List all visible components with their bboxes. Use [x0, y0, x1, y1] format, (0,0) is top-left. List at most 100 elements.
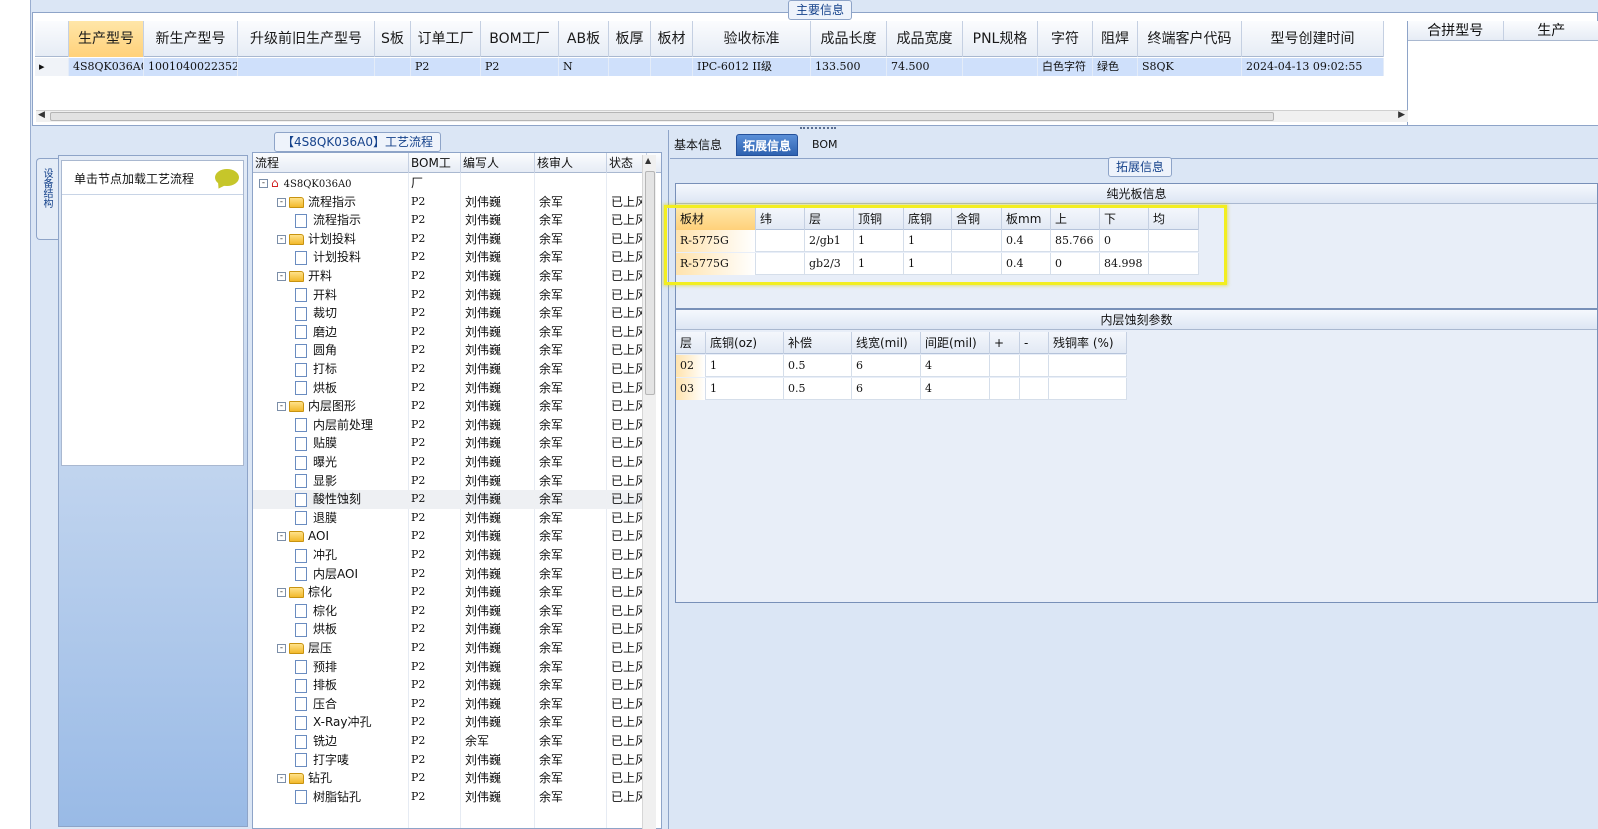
- scrollbar-thumb[interactable]: [50, 112, 1274, 121]
- grid-cell[interactable]: 6: [852, 355, 921, 377]
- tab-extended-info[interactable]: 拓展信息: [736, 134, 799, 156]
- grid-header-cell[interactable]: 线宽(mil): [852, 332, 921, 354]
- main-data-cell[interactable]: 133.500: [811, 58, 887, 76]
- main-header-cell[interactable]: 板厚: [609, 21, 651, 57]
- grid-cell[interactable]: 6: [852, 378, 921, 400]
- grid-header-cell[interactable]: 残铜率 (%): [1049, 332, 1127, 354]
- grid-cell[interactable]: 03: [676, 378, 706, 400]
- scroll-right-icon[interactable]: ▶: [1398, 110, 1405, 120]
- main-data-cell[interactable]: P2: [411, 58, 481, 76]
- main-header-cell[interactable]: 新生产型号: [144, 21, 238, 57]
- main-header-cell[interactable]: 升级前旧生产型号: [238, 21, 375, 57]
- grid-cell[interactable]: [990, 378, 1020, 400]
- tree-node-name[interactable]: 贴膜: [295, 434, 409, 453]
- tree-row[interactable]: 显影 P2 刘伟巍 余军 已上风: [253, 472, 648, 491]
- grid-cell[interactable]: 0.5: [784, 378, 852, 400]
- grid-cell[interactable]: [1049, 355, 1127, 377]
- main-data-cell[interactable]: IPC-6012 II级: [693, 58, 811, 76]
- grid-cell[interactable]: 1: [706, 355, 784, 377]
- tree-row[interactable]: 裁切 P2 刘伟巍 余军 已上风: [253, 304, 648, 323]
- tree-node-name[interactable]: 压合: [295, 695, 409, 714]
- col-bom-factory[interactable]: BOM工厂: [409, 153, 461, 190]
- grid-cell[interactable]: 0.5: [784, 355, 852, 377]
- main-data-cell[interactable]: P2: [481, 58, 559, 76]
- tree-node-name[interactable]: 开料: [295, 286, 409, 305]
- main-header-cell[interactable]: 板材: [651, 21, 693, 57]
- main-header-cell[interactable]: PNL规格: [963, 21, 1038, 57]
- row-selector-icon[interactable]: ▸: [35, 58, 69, 76]
- tree-node-name[interactable]: 磨边: [295, 323, 409, 342]
- tree-node-name[interactable]: 冲孔: [295, 546, 409, 565]
- tree-node-name[interactable]: 铣边: [295, 732, 409, 751]
- main-header-cell[interactable]: 成品宽度: [887, 21, 963, 57]
- col-status[interactable]: 状态: [607, 153, 647, 173]
- expand-icon[interactable]: -: [277, 402, 286, 412]
- tree-row[interactable]: 树脂钻孔 P2 刘伟巍 余军 已上风: [253, 788, 648, 807]
- tree-node-name[interactable]: - 棕化: [277, 583, 409, 602]
- tree-row[interactable]: - 内层图形 P2 刘伟巍 余军 已上风: [253, 397, 648, 416]
- tree-node-name[interactable]: 裁切: [295, 304, 409, 323]
- main-horizontal-scrollbar[interactable]: ◀ ▶: [36, 110, 1408, 122]
- tree-row[interactable]: 磨边 P2 刘伟巍 余军 已上风: [253, 323, 648, 342]
- tree-row[interactable]: 曝光 P2 刘伟巍 余军 已上风: [253, 453, 648, 472]
- tree-row[interactable]: - 层压 P2 刘伟巍 余军 已上风: [253, 639, 648, 658]
- tree-node-name[interactable]: - 层压: [277, 639, 409, 658]
- tree-row[interactable]: - 开料 P2 刘伟巍 余军 已上风: [253, 267, 648, 286]
- scroll-up-icon[interactable]: ▲: [645, 156, 651, 165]
- main-header-cell[interactable]: AB板: [559, 21, 609, 57]
- main-header-cell[interactable]: 阻焊: [1093, 21, 1138, 57]
- main-header-cell[interactable]: 生产型号: [69, 21, 144, 57]
- tree-row[interactable]: 开料 P2 刘伟巍 余军 已上风: [253, 286, 648, 305]
- grid-cell[interactable]: 4: [921, 378, 990, 400]
- grid-row[interactable]: 03 1 0.5 6 4: [676, 378, 1127, 400]
- grid-header-cell[interactable]: 补偿: [784, 332, 852, 354]
- tree-node-name[interactable]: 计划投料: [295, 248, 409, 267]
- tree-node-name[interactable]: X-Ray冲孔: [295, 713, 409, 732]
- tree-node-name[interactable]: 烘板: [295, 620, 409, 639]
- main-data-cell[interactable]: S8QK: [1138, 58, 1242, 76]
- main-header-cell[interactable]: 验收标准: [693, 21, 811, 57]
- tree-row[interactable]: - 棕化 P2 刘伟巍 余军 已上风: [253, 583, 648, 602]
- tree-node-name[interactable]: - 计划投料: [277, 230, 409, 249]
- tree-row[interactable]: 冲孔 P2 刘伟巍 余军 已上风: [253, 546, 648, 565]
- main-data-cell[interactable]: 74.500: [887, 58, 963, 76]
- tree-node-name[interactable]: 退膜: [295, 509, 409, 528]
- grid-cell[interactable]: [1049, 378, 1127, 400]
- grid-row[interactable]: 02 1 0.5 6 4: [676, 355, 1127, 377]
- tree-node-name[interactable]: - AOI: [277, 527, 409, 546]
- tree-row[interactable]: 内层前处理 P2 刘伟巍 余军 已上风: [253, 416, 648, 435]
- grid-header-cell[interactable]: 底铜(oz): [706, 332, 784, 354]
- tree-node-name[interactable]: - 开料: [277, 267, 409, 286]
- grid-cell[interactable]: [990, 355, 1020, 377]
- tree-node-name[interactable]: 曝光: [295, 453, 409, 472]
- main-header-cell[interactable]: 型号创建时间: [1242, 21, 1384, 57]
- tree-node-name[interactable]: 打字唛: [295, 751, 409, 770]
- tree-node-name[interactable]: 打标: [295, 360, 409, 379]
- tree-node-name[interactable]: - 钻孔: [277, 769, 409, 788]
- grid-cell[interactable]: 02: [676, 355, 706, 377]
- tree-node-name[interactable]: 内层前处理: [295, 416, 409, 435]
- expand-icon[interactable]: -: [277, 588, 286, 598]
- tab-basic-info[interactable]: 基本信息: [668, 134, 728, 156]
- tree-row[interactable]: 排板 P2 刘伟巍 余军 已上风: [253, 676, 648, 695]
- tree-row[interactable]: 压合 P2 刘伟巍 余军 已上风: [253, 695, 648, 714]
- tree-row[interactable]: X-Ray冲孔 P2 刘伟巍 余军 已上风: [253, 713, 648, 732]
- grid-cell[interactable]: 1: [706, 378, 784, 400]
- tree-node-name[interactable]: 树脂钻孔: [295, 788, 409, 807]
- grid-header-cell[interactable]: 层: [676, 332, 706, 354]
- main-data-cell[interactable]: 4S8QK036A0: [69, 58, 144, 76]
- scrollbar-thumb[interactable]: [645, 171, 655, 395]
- tree-row[interactable]: 计划投料 P2 刘伟巍 余军 已上风: [253, 248, 648, 267]
- main-data-cell[interactable]: 2024-04-13 09:02:55: [1242, 58, 1384, 76]
- main-header-cell[interactable]: 订单工厂: [411, 21, 481, 57]
- grid-header-cell[interactable]: +: [990, 332, 1020, 354]
- main-header-cell[interactable]: S板: [375, 21, 411, 57]
- tree-node-name[interactable]: 酸性蚀刻: [295, 490, 409, 509]
- main-data-cell[interactable]: [375, 58, 411, 76]
- main-header-cell[interactable]: 终端客户代码: [1138, 21, 1242, 57]
- tree-node-name[interactable]: 棕化: [295, 602, 409, 621]
- col-author[interactable]: 编写人: [461, 153, 535, 173]
- tree-row[interactable]: 烘板 P2 刘伟巍 余军 已上风: [253, 379, 648, 398]
- tree-node-name[interactable]: - 流程指示: [277, 193, 409, 212]
- tree-node-name[interactable]: 圆角: [295, 341, 409, 360]
